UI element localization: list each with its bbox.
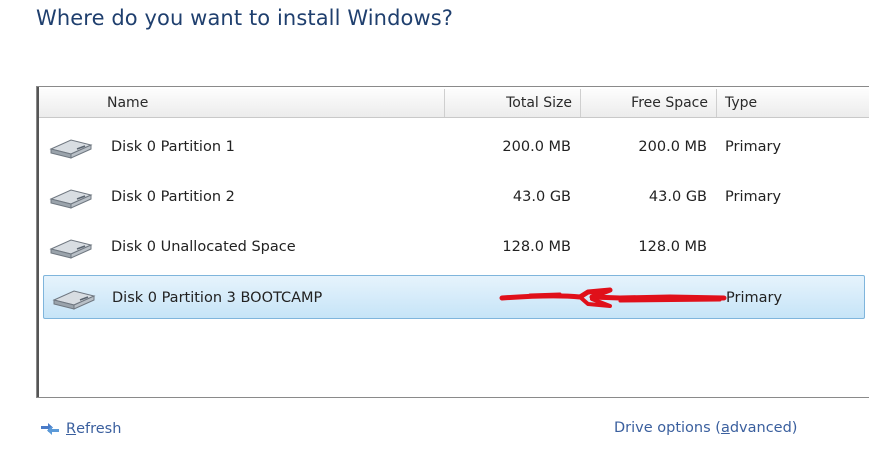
partition-free-space: 200.0 MB bbox=[638, 139, 707, 155]
partition-row-selected[interactable]: Disk 0 Partition 3 BOOTCAMP Primary bbox=[43, 275, 865, 319]
partition-row[interactable]: Disk 0 Unallocated Space 128.0 MB 128.0 … bbox=[41, 225, 869, 269]
page-title: Where do you want to install Windows? bbox=[36, 6, 454, 30]
column-header-type[interactable]: Type bbox=[716, 89, 870, 117]
partition-name: Disk 0 Partition 1 bbox=[111, 139, 235, 155]
drive-options-link[interactable]: Drive options (advanced) bbox=[614, 420, 797, 436]
column-header-total-size[interactable]: Total Size bbox=[444, 89, 580, 117]
refresh-accelerator: R bbox=[66, 421, 77, 437]
drive-options-label-pre: Drive options ( bbox=[614, 420, 721, 436]
partition-total-size: 128.0 MB bbox=[502, 239, 571, 255]
partition-name: Disk 0 Partition 2 bbox=[111, 189, 235, 205]
partition-total-size: 200.0 MB bbox=[502, 139, 571, 155]
refresh-label: efresh bbox=[76, 421, 122, 437]
partition-type: Primary bbox=[725, 189, 782, 205]
partition-list[interactable]: Name Total Size Free Space Type Disk 0 P… bbox=[36, 86, 869, 398]
column-header-name[interactable]: Name bbox=[99, 89, 444, 117]
list-border bbox=[37, 87, 39, 397]
hard-drive-icon bbox=[49, 189, 93, 209]
partition-type: Primary bbox=[726, 290, 783, 306]
refresh-icon bbox=[41, 423, 59, 435]
partition-total-size bbox=[452, 276, 572, 320]
partition-free-space: 128.0 MB bbox=[638, 239, 707, 255]
partition-name: Disk 0 Unallocated Space bbox=[111, 239, 296, 255]
partition-total-size: 43.0 GB bbox=[512, 189, 571, 205]
column-header-free-space[interactable]: Free Space bbox=[580, 89, 716, 117]
drive-options-accelerator: a bbox=[720, 420, 730, 436]
hard-drive-icon bbox=[52, 290, 96, 310]
partition-row[interactable]: Disk 0 Partition 1 200.0 MB 200.0 MB Pri… bbox=[41, 125, 869, 169]
list-header: Name Total Size Free Space Type bbox=[39, 89, 869, 118]
partition-type: Primary bbox=[725, 139, 782, 155]
partition-name: Disk 0 Partition 3 BOOTCAMP bbox=[112, 290, 323, 306]
drive-options-label-post: dvanced) bbox=[729, 420, 798, 436]
hard-drive-icon bbox=[49, 139, 93, 159]
partition-free-space bbox=[588, 276, 708, 320]
partition-free-space: 43.0 GB bbox=[648, 189, 707, 205]
hard-drive-icon bbox=[49, 239, 93, 259]
partition-row[interactable]: Disk 0 Partition 2 43.0 GB 43.0 GB Prima… bbox=[41, 175, 869, 219]
refresh-link[interactable]: Refresh bbox=[38, 420, 121, 438]
